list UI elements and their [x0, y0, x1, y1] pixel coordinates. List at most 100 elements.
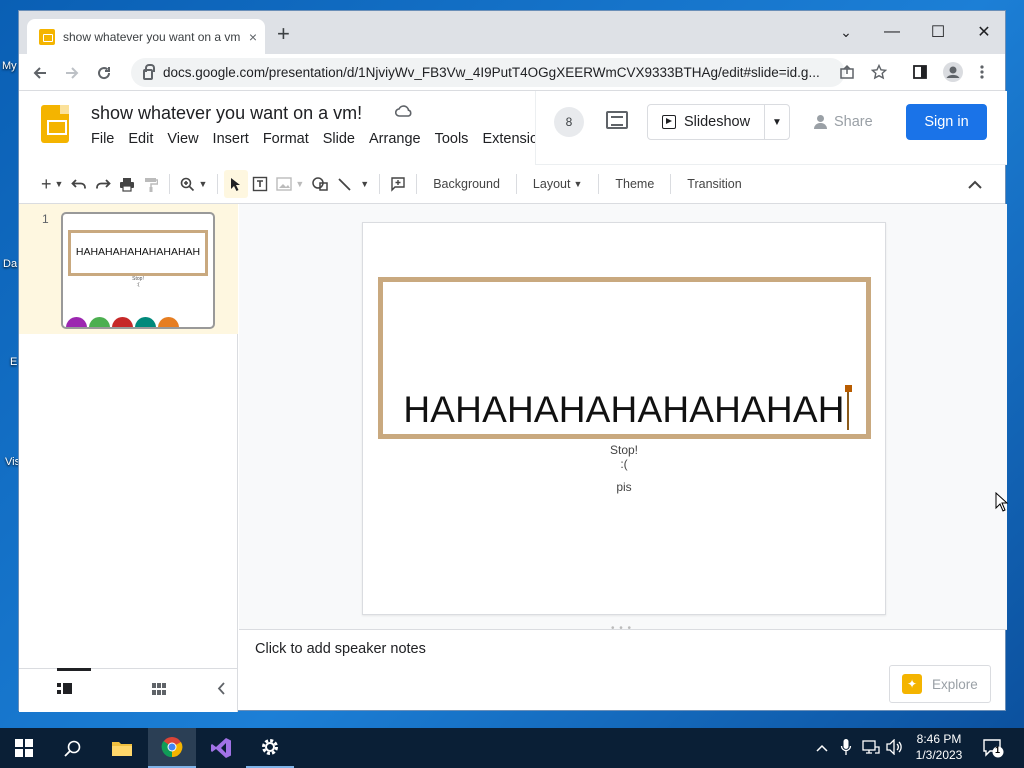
network-icon[interactable]	[862, 739, 880, 758]
list-view-icon[interactable]	[57, 683, 72, 698]
thumb-circle	[89, 317, 110, 327]
toolbar-divider	[169, 174, 171, 194]
slideshow-main[interactable]: Slideshow	[648, 105, 765, 139]
slide-subtitle-line[interactable]: pis	[363, 480, 885, 494]
share-page-icon[interactable]	[839, 64, 855, 85]
collapse-toolbar-icon[interactable]	[963, 170, 987, 198]
text-box-icon[interactable]	[248, 170, 272, 198]
collapse-filmstrip-icon[interactable]	[217, 682, 225, 698]
editor-toolbar: + ▼ ▼ ▼ ▼ Background Layout ▼ Theme Tran…	[37, 166, 1005, 202]
grid-view-icon[interactable]	[152, 683, 166, 698]
toolbar-divider	[670, 174, 672, 194]
clock-date: 1/3/2023	[915, 748, 963, 762]
text-cursor	[847, 390, 849, 430]
cloud-status-icon[interactable]	[394, 104, 413, 123]
thumb-circle	[66, 317, 87, 327]
chevron-down-icon: ▼	[295, 179, 305, 189]
layout-label: Layout	[532, 177, 571, 191]
sign-in-button[interactable]: Sign in	[906, 104, 987, 140]
menu-arrange[interactable]: Arrange	[369, 131, 435, 147]
shape-icon[interactable]	[308, 170, 333, 198]
transition-button[interactable]: Transition	[677, 170, 751, 198]
desktop-icon-label[interactable]: E	[10, 356, 17, 368]
notes-resize-grip[interactable]: • • •	[611, 623, 632, 634]
close-window-button[interactable]: ✕	[961, 17, 1007, 47]
document-title[interactable]: show whatever you want on a vm!	[91, 103, 362, 124]
select-cursor-icon[interactable]	[224, 170, 249, 198]
filmstrip: 1 HAHAHAHAHAHAHAHAH Stop! :(	[19, 204, 238, 712]
slide-subtitle-line[interactable]: :(	[363, 457, 885, 471]
insert-image-icon[interactable]: ▼	[272, 170, 308, 198]
redo-icon[interactable]	[91, 170, 115, 198]
tab-search-button[interactable]: ⌄	[823, 17, 869, 47]
settings-gear-icon[interactable]	[246, 728, 294, 768]
menu-tools[interactable]: Tools	[435, 131, 483, 147]
person-icon	[814, 115, 827, 129]
undo-icon[interactable]	[67, 170, 91, 198]
menu-slide[interactable]: Slide	[323, 131, 369, 147]
omnibox[interactable]: docs.google.com/presentation/d/1NjviyWv_…	[131, 58, 845, 87]
menu-view[interactable]: View	[167, 131, 212, 147]
microphone-icon[interactable]	[840, 738, 852, 759]
profile-icon[interactable]	[943, 62, 963, 87]
browser-tab[interactable]: show whatever you want on a vm! ×	[27, 19, 265, 54]
explore-button[interactable]: ✦ Explore	[889, 665, 991, 703]
slideshow-button[interactable]: Slideshow ▼	[647, 104, 790, 140]
system-clock[interactable]: 8:46 PM 1/3/2023	[908, 731, 970, 763]
forward-icon[interactable]	[61, 62, 83, 84]
lock-icon[interactable]	[143, 64, 155, 80]
paint-format-icon[interactable]	[139, 170, 163, 198]
volume-icon[interactable]	[886, 738, 904, 758]
visual-studio-icon[interactable]	[197, 728, 245, 768]
back-icon[interactable]	[29, 62, 51, 84]
new-slide-button[interactable]: + ▼	[37, 170, 67, 198]
add-comment-icon[interactable]	[386, 170, 410, 198]
theme-button[interactable]: Theme	[605, 170, 664, 198]
line-icon[interactable]: ▼	[333, 170, 373, 198]
active-view-indicator	[57, 668, 91, 671]
chevron-down-icon[interactable]: ▼	[765, 117, 789, 128]
close-tab-icon[interactable]: ×	[249, 29, 257, 45]
slide[interactable]: HAHAHAHAHAHAHAHAH Stop! :( pis	[362, 222, 886, 615]
share-button[interactable]: Share	[804, 104, 888, 140]
slideshow-label: Slideshow	[684, 114, 751, 130]
start-button[interactable]	[0, 728, 48, 768]
print-icon[interactable]	[115, 170, 139, 198]
mouse-pointer-icon	[995, 491, 1009, 515]
reload-icon[interactable]	[93, 62, 115, 84]
background-button[interactable]: Background	[423, 170, 510, 198]
thumb-circle	[112, 317, 133, 327]
slides-logo-icon[interactable]	[41, 105, 69, 143]
layout-button[interactable]: Layout ▼	[523, 170, 592, 198]
viewers-badge[interactable]: 8	[554, 107, 584, 137]
chrome-icon[interactable]	[148, 728, 196, 768]
side-panel-icon[interactable]	[912, 64, 928, 85]
menu-bar: File Edit View Insert Format Slide Arran…	[91, 131, 552, 147]
thumb-circle	[158, 317, 179, 327]
resize-handle[interactable]	[845, 385, 852, 392]
comment-history-icon[interactable]	[606, 111, 628, 129]
slide-title-text[interactable]: HAHAHAHAHAHAHAHAH	[363, 389, 885, 431]
toolbar-divider	[379, 174, 381, 194]
thumb-sub: Stop! :(	[63, 276, 213, 288]
file-explorer-icon[interactable]	[98, 728, 146, 768]
url-text[interactable]: docs.google.com/presentation/d/1NjviyWv_…	[163, 65, 833, 80]
desktop-icon-label[interactable]: Da	[3, 258, 17, 270]
menu-insert[interactable]: Insert	[213, 131, 263, 147]
menu-file[interactable]: File	[91, 131, 128, 147]
minimize-button[interactable]: —	[869, 17, 915, 47]
zoom-button[interactable]: ▼	[176, 170, 211, 198]
more-menu-icon[interactable]	[979, 64, 985, 85]
search-icon[interactable]	[48, 728, 96, 768]
slide-thumbnail[interactable]: HAHAHAHAHAHAHAHAH Stop! :(	[61, 212, 215, 329]
bookmark-star-icon[interactable]	[870, 63, 888, 85]
speaker-notes[interactable]: Click to add speaker notes	[255, 641, 426, 657]
notification-center-icon[interactable]: 1	[982, 737, 1004, 762]
menu-format[interactable]: Format	[263, 131, 323, 147]
new-tab-button[interactable]: +	[277, 23, 290, 45]
maximize-button[interactable]: ☐	[915, 17, 961, 47]
slide-subtitle-line[interactable]: Stop!	[363, 443, 885, 457]
menu-edit[interactable]: Edit	[128, 131, 167, 147]
desktop-icon-label[interactable]: My	[2, 60, 17, 72]
chevron-up-icon[interactable]	[816, 739, 828, 755]
